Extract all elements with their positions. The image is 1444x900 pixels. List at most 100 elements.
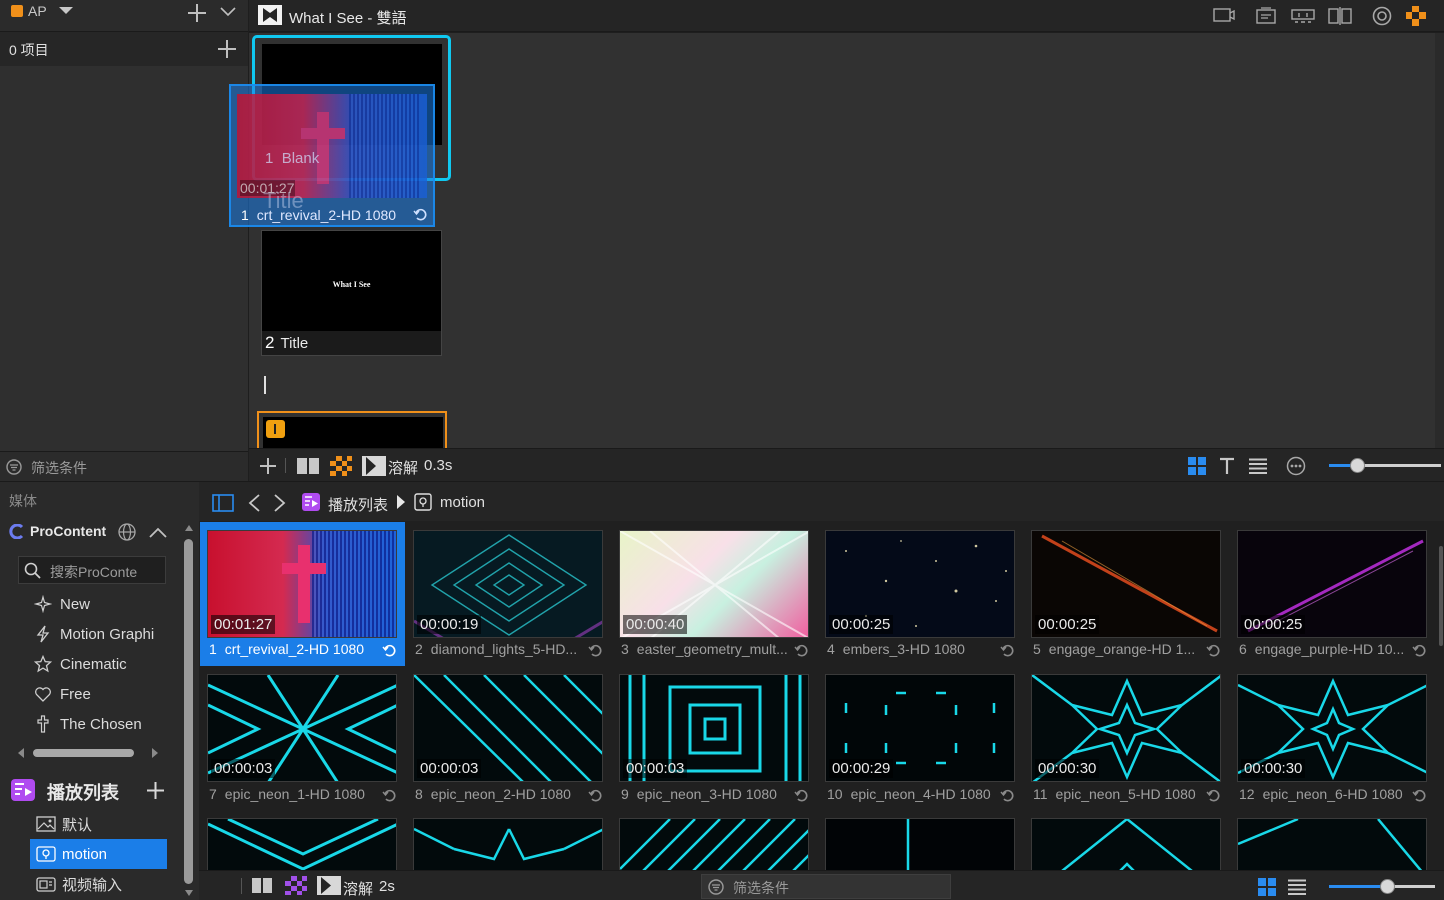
- playlist-video-input[interactable]: 视频输入: [30, 869, 167, 899]
- transition-time[interactable]: 0.3s: [424, 457, 452, 474]
- presentation-scrollbar[interactable]: [1435, 33, 1444, 448]
- zoom-slider[interactable]: [1329, 458, 1441, 473]
- globe-icon[interactable]: [118, 523, 136, 541]
- media-thumb-13[interactable]: [207, 818, 397, 870]
- media-thumb-2[interactable]: 00:00:19: [413, 530, 603, 638]
- media-thumb-3[interactable]: 00:00:40: [619, 530, 809, 638]
- transition-icon[interactable]: [285, 876, 307, 895]
- transition-time[interactable]: 2s: [379, 878, 395, 895]
- transition-label[interactable]: 溶解: [388, 457, 418, 478]
- transition-label[interactable]: 溶解: [343, 878, 373, 899]
- slide-3[interactable]: [257, 411, 447, 451]
- vertical-scrollbar[interactable]: [184, 539, 193, 884]
- split-icon[interactable]: [296, 457, 320, 475]
- breadcrumb-root[interactable]: 播放列表: [328, 494, 388, 515]
- media-time: 00:00:03: [623, 759, 688, 778]
- media-caption-6: 6 engage_purple-HD 10...: [1239, 641, 1405, 657]
- loop-icon: [382, 644, 396, 658]
- media-thumb-8[interactable]: 00:00:03: [413, 674, 603, 782]
- media-thumb-14[interactable]: [413, 818, 603, 870]
- media-thumb-5[interactable]: 00:00:25: [1031, 530, 1221, 638]
- media-folder-icon: [36, 846, 62, 862]
- procontent-label[interactable]: ProContent: [30, 523, 106, 539]
- audio-icon[interactable]: [1372, 6, 1392, 26]
- text-view-icon[interactable]: [1219, 457, 1235, 475]
- record-icon[interactable]: [1213, 7, 1235, 23]
- props-icon[interactable]: [1256, 7, 1276, 25]
- breadcrumb-separator-icon: [397, 495, 405, 509]
- media-thumb-6[interactable]: 00:00:25: [1237, 530, 1427, 638]
- category-free[interactable]: Free: [30, 679, 170, 709]
- dissolve-icon[interactable]: [317, 876, 341, 895]
- media-browser-footer: 溶解 2s 筛选条件: [199, 870, 1444, 900]
- grid-view-icon[interactable]: [1258, 878, 1276, 896]
- media-thumb-15[interactable]: [619, 818, 809, 870]
- playlist-default[interactable]: 默认: [30, 809, 167, 839]
- slide-2[interactable]: What I See 2 Title: [261, 230, 442, 356]
- grid-view-icon[interactable]: [1188, 457, 1206, 475]
- library-filter-bar[interactable]: 筛选条件: [0, 451, 248, 481]
- media-caption-3: 3 easter_geometry_mult...: [621, 641, 787, 657]
- breadcrumb-current[interactable]: motion: [440, 494, 485, 511]
- category-motion-graphics[interactable]: Motion Graphi: [30, 619, 170, 649]
- split-icon[interactable]: [251, 877, 273, 894]
- category-new[interactable]: New: [30, 589, 170, 619]
- grid-scrollbar[interactable]: [1439, 546, 1443, 646]
- add-playlist-icon[interactable]: [146, 781, 165, 800]
- media-thumb-4[interactable]: 00:00:25: [825, 530, 1015, 638]
- more-icon[interactable]: [1286, 456, 1306, 476]
- media-thumb-12[interactable]: 00:00:30: [1237, 674, 1427, 782]
- collapse-up-icon[interactable]: [149, 527, 167, 539]
- thumbnail-size-slider-knob[interactable]: [1380, 879, 1395, 894]
- ghost-slide-label: 1 Blank: [265, 150, 320, 167]
- add-icon[interactable]: [187, 3, 207, 23]
- thumbnail-size-slider[interactable]: [1329, 879, 1435, 894]
- media-thumb-7[interactable]: 00:00:03: [207, 674, 397, 782]
- list-view-icon[interactable]: [1249, 458, 1267, 474]
- back-icon[interactable]: [248, 494, 260, 512]
- stage-icon[interactable]: [1291, 7, 1315, 25]
- media-filter-bar[interactable]: 筛选条件: [701, 874, 951, 899]
- loop-icon: [1206, 789, 1220, 803]
- library-name[interactable]: AP: [28, 3, 47, 19]
- library-list: [0, 66, 248, 451]
- horizontal-scrollbar[interactable]: [33, 749, 134, 757]
- playlist-motion[interactable]: motion: [30, 839, 167, 869]
- search-input[interactable]: 搜索ProConte: [18, 556, 166, 584]
- divider: [241, 878, 242, 894]
- scroll-down-icon[interactable]: [185, 890, 193, 896]
- layers-icon[interactable]: [1405, 5, 1427, 27]
- category-cinematic[interactable]: Cinematic: [30, 649, 170, 679]
- forward-icon[interactable]: [274, 494, 286, 512]
- scroll-up-icon[interactable]: [185, 525, 193, 531]
- list-view-icon[interactable]: [1288, 879, 1306, 895]
- add-item-icon[interactable]: [217, 39, 237, 59]
- presentation-title: What I See - 雙語: [289, 10, 407, 27]
- sidebar-toggle-icon[interactable]: [212, 494, 234, 512]
- search-placeholder: 搜索ProConte: [50, 564, 138, 580]
- media-thumb-11[interactable]: 00:00:30: [1031, 674, 1221, 782]
- procontent-logo-icon: [9, 524, 24, 539]
- loop-icon: [588, 789, 602, 803]
- category-the-chosen[interactable]: The Chosen: [30, 709, 170, 739]
- scroll-left-icon[interactable]: [18, 748, 24, 758]
- zoom-slider-knob[interactable]: [1350, 458, 1365, 473]
- media-thumb-1[interactable]: 00:01:27: [207, 530, 397, 638]
- scroll-right-icon[interactable]: [152, 748, 158, 758]
- media-thumb-9[interactable]: 00:00:03: [619, 674, 809, 782]
- dissolve-icon[interactable]: [362, 456, 386, 476]
- media-thumb-10[interactable]: 00:00:29: [825, 674, 1015, 782]
- media-thumb-17[interactable]: [1031, 818, 1221, 870]
- add-slide-icon[interactable]: [259, 457, 277, 475]
- screens-icon[interactable]: [1328, 6, 1352, 26]
- chevron-down-icon[interactable]: [58, 6, 74, 16]
- media-caption-11: 11 epic_neon_5-HD 1080: [1033, 786, 1196, 802]
- transition-icon[interactable]: [330, 456, 352, 476]
- collapse-icon[interactable]: [220, 7, 236, 17]
- media-caption-1: 1 crt_revival_2-HD 1080: [209, 641, 365, 657]
- loop-icon: [1206, 644, 1220, 658]
- media-thumb-16[interactable]: [825, 818, 1015, 870]
- search-icon: [24, 562, 41, 579]
- media-caption-5: 5 engage_orange-HD 1...: [1033, 641, 1196, 657]
- media-thumb-18[interactable]: [1237, 818, 1427, 870]
